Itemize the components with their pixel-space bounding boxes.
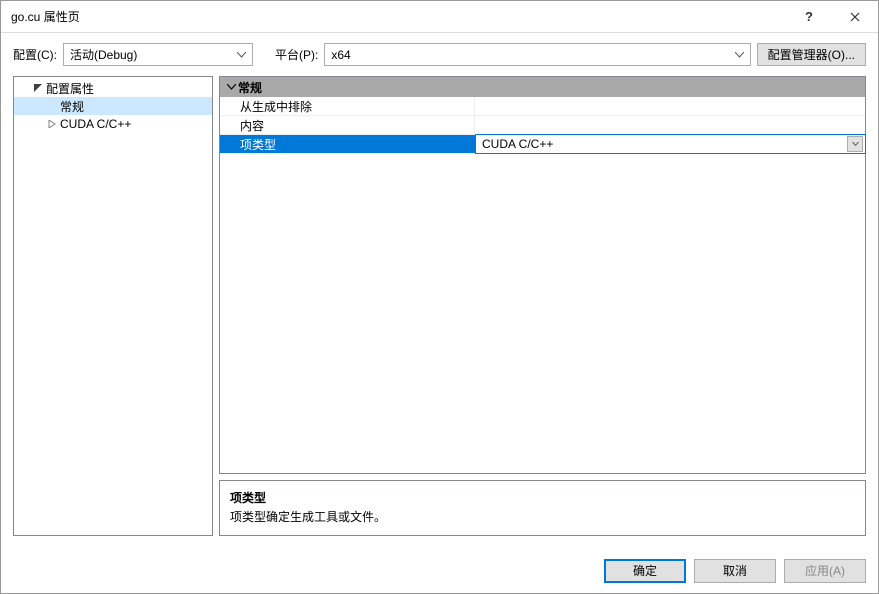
property-name: 从生成中排除 — [220, 97, 475, 115]
property-grid-spacer — [220, 154, 865, 473]
platform-label: 平台(P): — [275, 46, 318, 63]
chevron-down-icon — [237, 52, 246, 58]
apply-button[interactable]: 应用(A) — [784, 559, 866, 583]
description-box: 项类型 项类型确定生成工具或文件。 — [219, 480, 866, 536]
right-pane: 常规 从生成中排除 内容 项类型 CUDA C/C++ — [219, 76, 866, 536]
chevron-down-icon — [852, 142, 859, 146]
config-label: 配置(C): — [13, 46, 57, 63]
close-button[interactable] — [832, 1, 878, 33]
description-text: 项类型确定生成工具或文件。 — [230, 508, 855, 525]
platform-select[interactable]: x64 — [324, 43, 750, 66]
cancel-button[interactable]: 取消 — [694, 559, 776, 583]
config-row: 配置(C): 活动(Debug) 平台(P): x64 配置管理器(O)... — [1, 33, 878, 76]
tree-item-label: CUDA C/C++ — [60, 117, 131, 131]
config-manager-button[interactable]: 配置管理器(O)... — [757, 43, 866, 66]
property-value[interactable]: CUDA C/C++ — [475, 134, 866, 154]
main-area: 配置属性 常规 CUDA C/C++ 常规 从生成中排除 内容 — [1, 76, 878, 548]
titlebar: go.cu 属性页 ? — [1, 1, 878, 33]
property-row-exclude[interactable]: 从生成中排除 — [220, 97, 865, 116]
platform-select-value: x64 — [331, 48, 350, 62]
property-name: 内容 — [220, 116, 475, 134]
help-button[interactable]: ? — [786, 1, 832, 33]
tree-item-general[interactable]: 常规 — [14, 97, 212, 115]
expander-closed-icon — [46, 120, 58, 128]
property-section-header[interactable]: 常规 — [220, 77, 865, 97]
property-section-label: 常规 — [238, 79, 262, 96]
tree-root-label: 配置属性 — [46, 80, 94, 97]
tree-item-cuda[interactable]: CUDA C/C++ — [14, 115, 212, 133]
property-grid: 常规 从生成中排除 内容 项类型 CUDA C/C++ — [219, 76, 866, 474]
property-value[interactable] — [475, 97, 865, 115]
dropdown-button[interactable] — [847, 136, 863, 152]
property-value[interactable] — [475, 116, 865, 134]
window-title: go.cu 属性页 — [11, 8, 786, 25]
tree-item-label: 常规 — [60, 98, 84, 115]
property-row-item-type[interactable]: 项类型 CUDA C/C++ — [220, 135, 865, 154]
tree-root-config-properties[interactable]: 配置属性 — [14, 79, 212, 97]
footer: 确定 取消 应用(A) — [1, 548, 878, 593]
config-select-value: 活动(Debug) — [70, 46, 137, 63]
config-select[interactable]: 活动(Debug) — [63, 43, 253, 66]
expander-open-icon — [32, 84, 44, 92]
close-icon — [850, 12, 860, 22]
description-title: 项类型 — [230, 489, 855, 506]
ok-button[interactable]: 确定 — [604, 559, 686, 583]
property-value-text: CUDA C/C++ — [482, 137, 553, 151]
chevron-down-icon — [224, 84, 238, 90]
chevron-down-icon — [735, 52, 744, 58]
tree-pane: 配置属性 常规 CUDA C/C++ — [13, 76, 213, 536]
property-name: 项类型 — [220, 135, 475, 153]
property-row-content[interactable]: 内容 — [220, 116, 865, 135]
